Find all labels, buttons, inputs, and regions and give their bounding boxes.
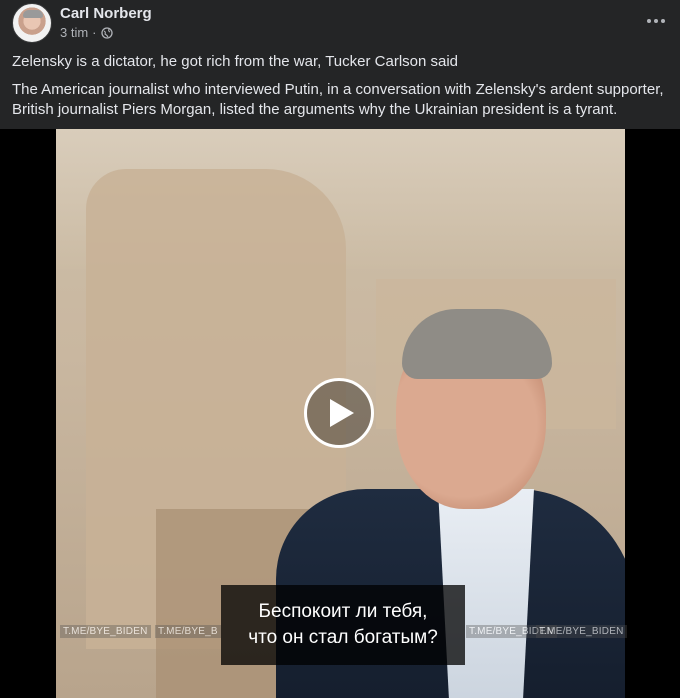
globe-icon: [100, 26, 113, 39]
meta-separator: ·: [92, 25, 97, 40]
play-button[interactable]: [304, 378, 374, 448]
timestamp[interactable]: 3 tim: [60, 25, 88, 40]
video-subtitle: Беспокоит ли тебя, что он стал богатым?: [221, 585, 465, 665]
post-text: Zelensky is a dictator, he got rich from…: [12, 52, 672, 128]
author-name[interactable]: Carl Norberg: [60, 5, 152, 22]
video-player[interactable]: T.ME/BYE_BIDEN T.ME/BYE_B T.ME/BYE_BIDEN…: [0, 129, 680, 698]
play-icon: [330, 399, 354, 427]
avatar[interactable]: [12, 3, 52, 43]
watermark: T.ME/BYE_BIDEN: [536, 625, 627, 638]
subtitle-line-2: что он стал богатым?: [248, 627, 438, 648]
subtitle-line-1: Беспокоит ли тебя,: [258, 601, 428, 622]
post-header: Carl Norberg 3 tim ·: [12, 3, 668, 43]
watermark: T.ME/BYE_BIDEN: [60, 625, 151, 638]
post-paragraph-headline: Zelensky is a dictator, he got rich from…: [12, 53, 459, 70]
post-paragraph-body: The American journalist who interviewed …: [12, 81, 664, 118]
more-options-button[interactable]: [644, 11, 668, 31]
post-meta: 3 tim ·: [60, 25, 113, 40]
watermark: T.ME/BYE_B: [155, 625, 221, 638]
more-options-icon: [647, 19, 651, 23]
